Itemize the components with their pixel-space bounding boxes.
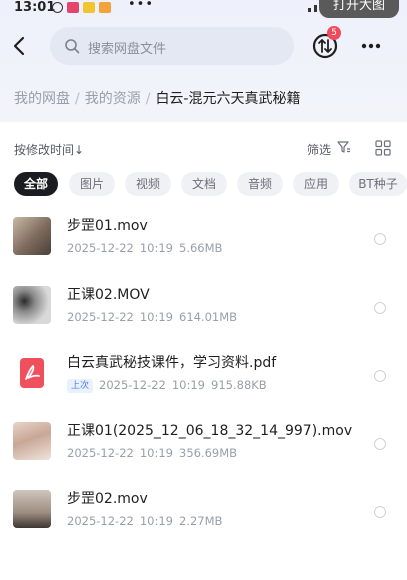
- file-meta: 上次 2025-12-22 10:19 915.88KB: [67, 378, 273, 393]
- file-date: 2025-12-22: [67, 446, 134, 460]
- file-size: 2.27MB: [179, 514, 223, 528]
- search-icon: [65, 39, 80, 54]
- file-row[interactable]: 步罡02.mov 2025-12-22 10:19 2.27MB: [0, 490, 407, 552]
- file-row[interactable]: 白云真武秘技课件，学习资料.pdf 上次 2025-12-22 10:19 915.8…: [0, 354, 407, 416]
- breadcrumb-item-my-drive[interactable]: 我的网盘: [14, 91, 70, 107]
- pdf-file-icon: [20, 358, 44, 388]
- alarm-icon: [52, 2, 63, 13]
- video-thumbnail: [13, 490, 51, 528]
- file-time: 10:19: [171, 378, 206, 392]
- breadcrumb-item-my-resources[interactable]: 我的资源: [85, 91, 141, 107]
- file-date: 2025-12-22: [67, 514, 134, 528]
- file-name: 正课02.MOV: [67, 287, 150, 303]
- breadcrumb-separator: /: [75, 91, 80, 107]
- more-icon[interactable]: [358, 34, 384, 58]
- select-radio[interactable]: [374, 438, 386, 450]
- last-opened-tag: 上次: [67, 379, 94, 393]
- file-size: 915.88KB: [211, 378, 267, 392]
- file-date: 2025-12-22: [67, 241, 134, 255]
- file-size: 356.69MB: [179, 446, 238, 460]
- file-time: 10:19: [139, 514, 173, 528]
- filter-chip-all[interactable]: 全部: [14, 172, 58, 196]
- file-row[interactable]: 步罡01.mov 2025-12-22 10:19 5.66MB: [0, 217, 407, 279]
- file-meta: 2025-12-22 10:19 5.66MB: [67, 241, 228, 255]
- breadcrumb-separator: /: [145, 91, 151, 107]
- filter-chip-videos[interactable]: 视频: [125, 172, 171, 196]
- file-size: 614.01MB: [179, 310, 238, 324]
- file-time: 10:19: [139, 241, 173, 255]
- app-notification-icon: [83, 2, 95, 13]
- filter-chip-apps[interactable]: 应用: [293, 172, 339, 196]
- filter-chip-documents[interactable]: 文档: [181, 172, 227, 196]
- file-time: 10:19: [139, 446, 173, 460]
- back-arrow-icon[interactable]: [8, 32, 34, 60]
- status-time: 13:01: [14, 0, 56, 15]
- breadcrumb-current-folder: 白云-混元六天真武秘籍: [155, 91, 301, 107]
- search-placeholder: 搜索网盘文件: [88, 42, 167, 57]
- file-meta: 2025-12-22 10:19 356.69MB: [67, 446, 243, 460]
- video-thumbnail: [13, 422, 51, 460]
- select-radio[interactable]: [374, 370, 386, 382]
- file-name: 步罡01.mov: [67, 218, 148, 234]
- app-notification-icon: [67, 2, 79, 13]
- file-name: 白云真武秘技课件，学习资料.pdf: [67, 355, 277, 371]
- search-input[interactable]: 搜索网盘文件: [50, 27, 294, 65]
- select-radio[interactable]: [374, 302, 386, 314]
- video-thumbnail: [13, 217, 51, 255]
- status-app-icons: [52, 2, 111, 13]
- file-size: 5.66MB: [179, 241, 223, 255]
- file-meta: 2025-12-22 10:19 614.01MB: [67, 310, 243, 324]
- video-thumbnail: [13, 286, 51, 324]
- nav-bar: 搜索网盘文件 5: [0, 26, 407, 66]
- select-radio[interactable]: [374, 233, 386, 245]
- file-row[interactable]: 正课02.MOV 2025-12-22 10:19 614.01MB: [0, 286, 407, 348]
- transfer-count-badge: 5: [327, 26, 341, 40]
- grid-view-icon[interactable]: [375, 140, 391, 156]
- file-meta: 2025-12-22 10:19 2.27MB: [67, 514, 228, 528]
- file-name: 正课01(2025_12_06_18_32_14_997).mov: [67, 423, 353, 439]
- breadcrumb: 我的网盘 / 我的资源 / 白云-混元六天真武秘籍: [14, 88, 301, 108]
- open-big-image-button[interactable]: 打开大图: [319, 0, 399, 18]
- file-date: 2025-12-22: [99, 378, 166, 392]
- app-notification-icon: [99, 2, 111, 13]
- status-bar: 13:01 ••• 打开大图: [0, 0, 407, 18]
- file-date: 2025-12-22: [67, 310, 134, 324]
- file-name: 步罡02.mov: [67, 491, 148, 507]
- select-radio[interactable]: [374, 506, 386, 518]
- filter-chip-audio[interactable]: 音频: [237, 172, 283, 196]
- file-time: 10:19: [139, 310, 173, 324]
- filter-button[interactable]: 筛选: [307, 141, 331, 158]
- filter-chip-images[interactable]: 图片: [69, 172, 115, 196]
- filter-chip-bt-seeds[interactable]: BT种子: [349, 172, 407, 196]
- status-more-dots: •••: [128, 0, 155, 12]
- file-row[interactable]: 正课01(2025_12_06_18_32_14_997).mov 2025-1…: [0, 422, 407, 484]
- sort-button[interactable]: 按修改时间↓: [14, 141, 84, 158]
- filter-icon[interactable]: [337, 140, 351, 154]
